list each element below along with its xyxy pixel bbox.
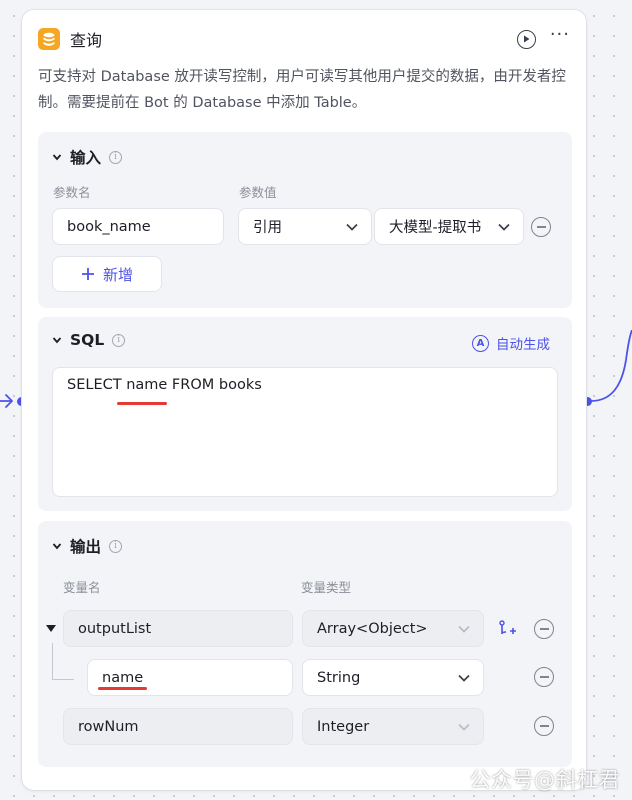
remove-output-icon[interactable] [534,619,554,639]
input-section-title: 输入 [70,149,102,167]
remove-output-icon[interactable] [534,667,554,687]
param-reference-select[interactable]: 大模型-提取书 [374,208,524,245]
tree-connector [52,643,53,679]
add-param-button[interactable]: 新增 [52,256,162,292]
run-play-icon[interactable] [516,29,536,49]
sql-editor[interactable]: SELECT name FROM books [52,367,558,497]
output-child-name-input[interactable]: name [87,659,293,696]
database-icon [38,28,60,50]
collapse-triangle-icon[interactable] [46,625,56,633]
remove-output-icon[interactable] [534,716,554,736]
param-value-label: 参数值 [239,185,277,200]
sql-section-header[interactable]: SQL i [52,331,126,349]
info-icon[interactable]: i [112,333,126,347]
chevron-down-icon[interactable] [52,335,62,345]
sql-section-title: SQL [70,331,105,349]
node-description: 可支持对 Database 放开读写控制，用户可读写其他用户提交的数据，由开发者… [38,69,566,111]
output-var-type-select: Array<Object> [302,610,484,647]
output-child-type-select[interactable]: String [302,659,484,696]
chevron-down-icon[interactable] [52,152,62,162]
tree-connector [52,679,74,680]
var-name-label: 变量名 [63,580,101,595]
add-param-label: 新增 [102,265,133,284]
chevron-down-icon [458,625,470,633]
output-var-type-select: Integer [302,708,484,745]
output-section-title: 输出 [70,538,102,556]
chevron-down-icon [458,674,470,682]
ai-generate-icon: A [472,334,489,352]
chevron-down-icon [458,723,470,731]
output-section-header[interactable]: 输出 i [52,535,123,557]
output-var-name-field: rowNum [63,708,293,745]
plus-icon [81,268,94,280]
chevron-down-icon [498,223,510,231]
chevron-down-icon[interactable] [52,541,62,551]
sql-query-text: SELECT name FROM books [67,377,262,393]
query-node-card[interactable]: 查询 ··· 可支持对 Database 放开读写控制，用户可读写其他用户提交的… [22,10,586,790]
outgoing-edge [590,330,632,402]
var-type-label: 变量类型 [301,580,352,595]
info-icon[interactable]: i [109,539,123,553]
param-name-label: 参数名 [53,185,91,200]
sql-section: SQL i A 自动生成 SELECT name FROM books [38,317,572,511]
incoming-edge [0,394,13,408]
more-options-icon[interactable]: ··· [550,26,570,52]
param-source-select[interactable]: 引用 [238,208,372,245]
chevron-down-icon [346,223,358,231]
output-var-name-field: outputList [63,610,293,647]
node-title: 查询 [70,31,103,50]
input-section: 输入 i 参数名 参数值 book_name 引用 大模型-提取书 新增 [38,132,572,308]
highlight-underline [117,402,167,405]
remove-param-icon[interactable] [531,217,551,237]
highlight-underline [98,687,147,690]
output-section: 输出 i 变量名 变量类型 outputList Array<Object> n… [38,521,572,767]
input-section-header[interactable]: 输入 i [52,146,123,168]
node-header: 查询 ··· [38,26,570,52]
param-name-input[interactable]: book_name [52,208,224,245]
auto-generate-button[interactable]: A 自动生成 [472,333,550,353]
auto-generate-label: 自动生成 [496,337,550,353]
info-icon[interactable]: i [109,150,123,164]
watermark-text: 公众号@斜杠君 [469,768,620,792]
add-child-branch-icon[interactable] [497,619,517,639]
